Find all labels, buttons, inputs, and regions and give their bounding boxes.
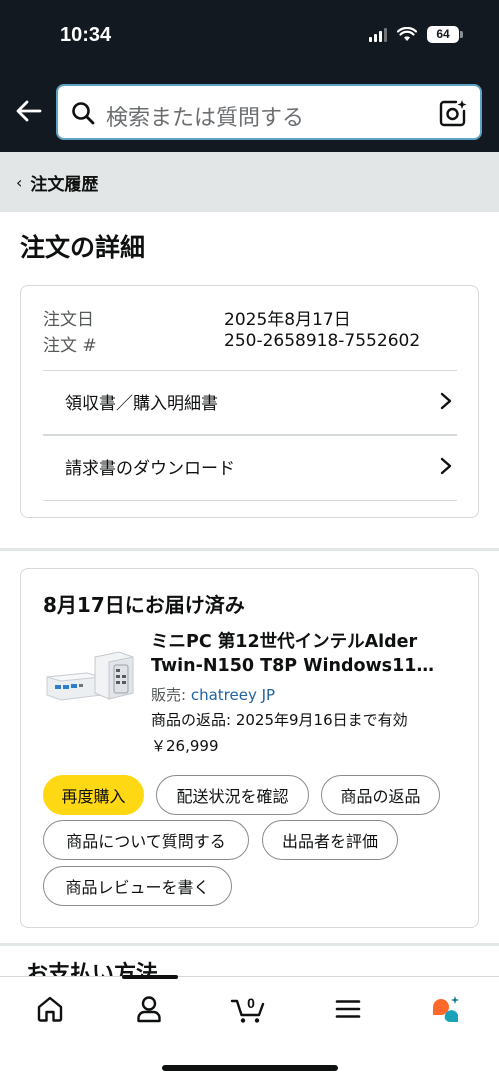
return-window-text: 商品の返品: 2025年9月16日まで有効	[151, 711, 408, 729]
account-icon[interactable]	[133, 993, 165, 1025]
product-price: ￥26,999	[151, 737, 219, 755]
active-tab-indicator	[122, 975, 178, 979]
breadcrumb-label: 注文履歴	[30, 174, 99, 195]
write-review-button[interactable]: 商品レビューを書く	[43, 866, 232, 906]
wifi-icon	[397, 27, 417, 41]
return-item-button[interactable]: 商品の返品	[321, 775, 440, 815]
track-package-button[interactable]: 配送状況を確認	[156, 775, 309, 815]
home-icon[interactable]	[34, 993, 66, 1025]
back-arrow-icon[interactable]	[14, 96, 44, 126]
product-title[interactable]: ミニPC 第12世代インテルAlder Twin-N150 T8P Window…	[151, 630, 461, 678]
page-title: 注文の詳細	[20, 233, 146, 262]
search-input[interactable]: 検索または質問する	[56, 84, 482, 140]
divider	[43, 500, 457, 501]
cart-count: 0	[247, 995, 255, 1011]
chevron-right-icon	[440, 457, 452, 475]
ask-question-button[interactable]: 商品について質問する	[43, 820, 249, 860]
breadcrumb[interactable]: ‹ 注文履歴	[0, 152, 499, 212]
rate-seller-button[interactable]: 出品者を評価	[262, 820, 398, 860]
product-image[interactable]	[43, 647, 135, 705]
order-number-value: 250-2658918-7552602	[224, 331, 421, 351]
app-header: 10:34 64 検索または質問する	[0, 0, 499, 152]
product-title-line2: Twin-N150 T8P Windows11…	[151, 656, 434, 676]
status-time: 10:34	[60, 24, 112, 46]
home-indicator-bar	[162, 1065, 338, 1071]
order-info-card: 注文日 2025年8月17日 注文 # 250-2658918-7552602 …	[20, 285, 479, 518]
order-number-label: 注文 #	[43, 336, 97, 356]
chevron-left-icon: ‹	[16, 172, 23, 192]
search-placeholder: 検索または質問する	[106, 106, 305, 131]
search-icon	[72, 102, 95, 125]
delivery-card: 8月17日にお届け済み ミニPC 第12世代インテルAlder Twin-N15…	[20, 568, 479, 928]
product-title-line1: ミニPC 第12世代インテルAlder	[151, 632, 418, 652]
invoice-download-label: 請求書のダウンロード	[65, 458, 235, 479]
section-separator	[0, 548, 499, 551]
chevron-right-icon	[440, 392, 452, 410]
menu-icon[interactable]	[332, 993, 364, 1025]
receipt-link[interactable]: 領収書／購入明細書	[43, 371, 457, 431]
seller-link[interactable]: chatreey JP	[191, 686, 275, 704]
cart-icon[interactable]: 0	[230, 993, 266, 1025]
delivery-status-title: 8月17日にお届け済み	[43, 593, 245, 617]
receipt-link-label: 領収書／購入明細書	[65, 393, 218, 414]
section-separator	[0, 943, 499, 946]
bottom-nav: 0	[0, 975, 499, 1080]
seller-row: 販売: chatreey JP	[151, 684, 275, 705]
invoice-download-link[interactable]: 請求書のダウンロード	[43, 436, 457, 496]
buy-again-button[interactable]: 再度購入	[43, 775, 144, 815]
battery-indicator: 64	[427, 26, 463, 43]
rufus-icon[interactable]	[430, 993, 462, 1025]
seller-label: 販売:	[151, 686, 191, 704]
order-date-label: 注文日	[43, 310, 94, 330]
order-date-value: 2025年8月17日	[224, 310, 351, 330]
signal-icon	[369, 27, 387, 42]
camera-lens-icon[interactable]	[438, 98, 468, 128]
status-icons: 64	[369, 26, 463, 43]
